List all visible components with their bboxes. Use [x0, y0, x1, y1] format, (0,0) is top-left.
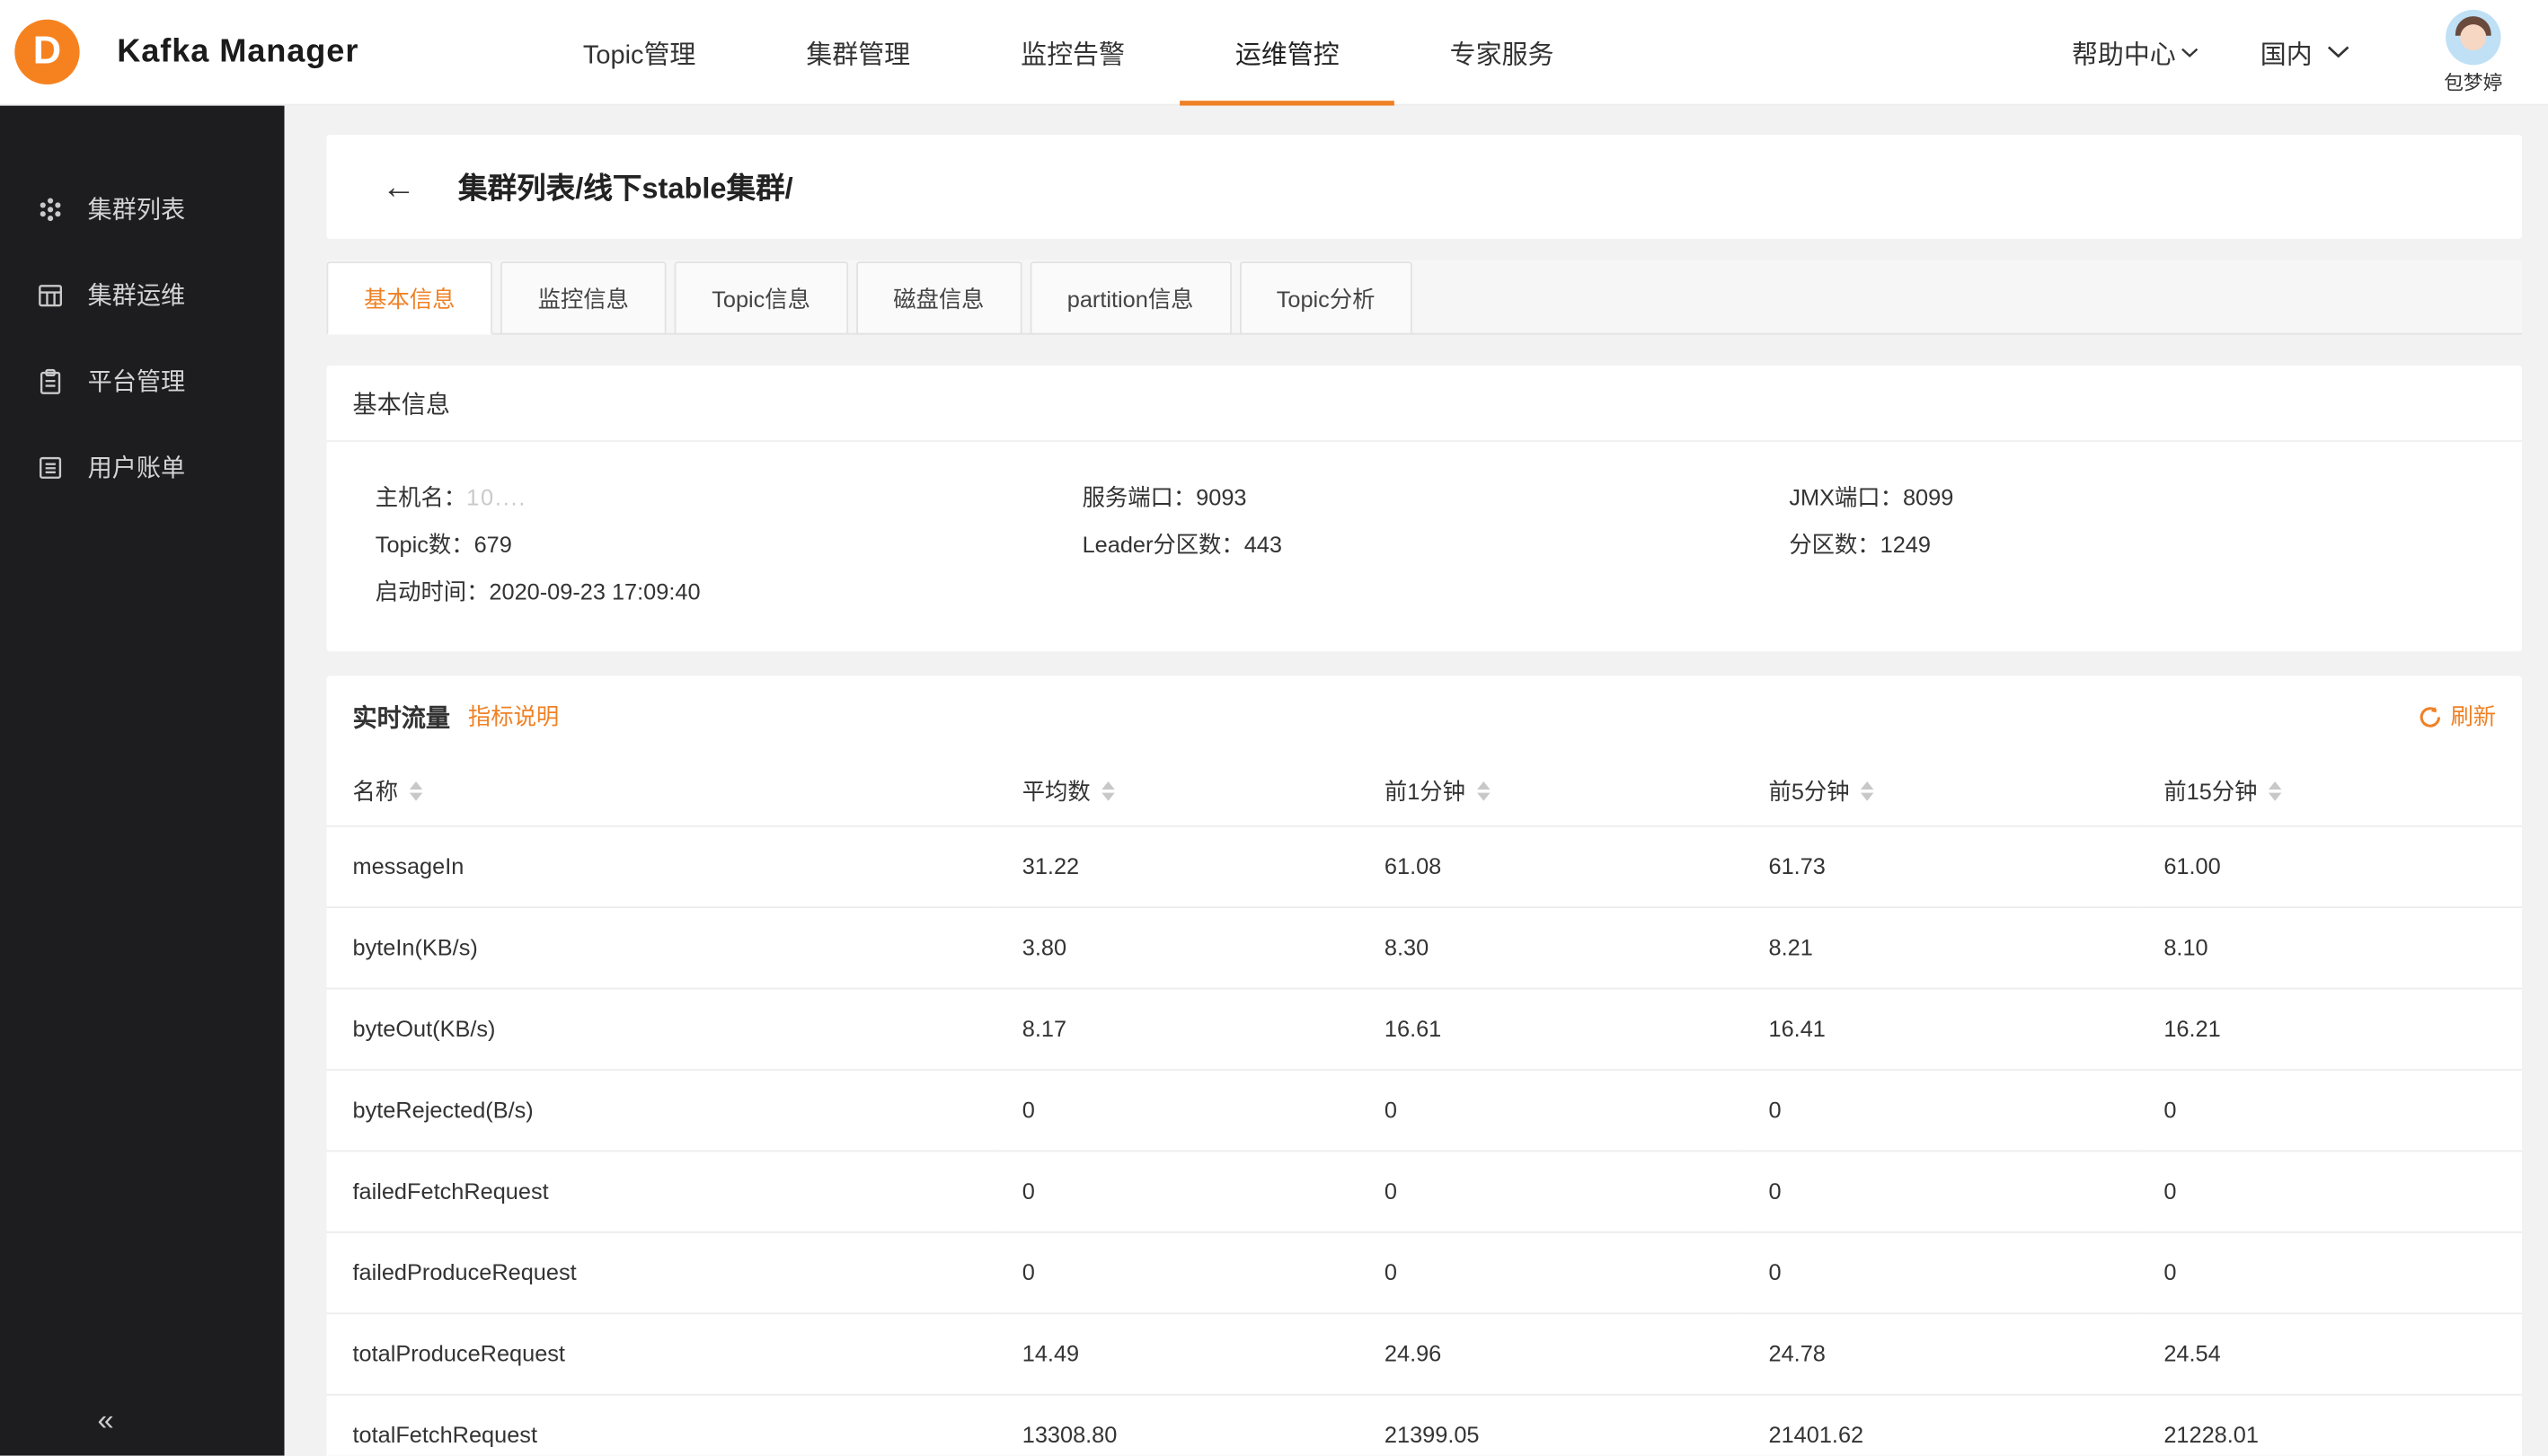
header-right: 帮助中心 国内 包梦婷: [2072, 9, 2502, 95]
column-header-name[interactable]: 名称: [327, 757, 996, 825]
field-partition-count: 分区数：1249: [1789, 522, 2496, 569]
table-row: messageIn 31.22 61.08 61.73 61.00: [327, 825, 2523, 906]
tab-basic-info[interactable]: 基本信息: [327, 261, 492, 334]
table-row: totalProduceRequest 14.49 24.96 24.78 24…: [327, 1312, 2523, 1393]
field-service-port: 服务端口：9093: [1083, 474, 1790, 521]
user-bill-icon: [36, 453, 66, 482]
cluster-ops-icon: [36, 280, 66, 310]
table-row: byteRejected(B/s) 0 0 0 0: [327, 1069, 2523, 1150]
realtime-traffic-header: 实时流量 指标说明 刷新: [327, 675, 2523, 756]
app-title: Kafka Manager: [117, 33, 358, 71]
field-hostname: 主机名：10....: [376, 474, 1083, 521]
sidebar-item-label: 平台管理: [88, 364, 186, 398]
metric-name: byteOut(KB/s): [327, 988, 996, 1069]
nav-item-monitor[interactable]: 监控告警: [966, 0, 1181, 105]
back-arrow-icon[interactable]: ←: [382, 170, 416, 204]
main-content: ← 集群列表/线下stable集群/ 基本信息 监控信息 Topic信息 磁盘信…: [285, 106, 2548, 1456]
sort-icon[interactable]: [1861, 781, 1873, 801]
column-header-last-1min[interactable]: 前1分钟: [1358, 757, 1743, 825]
metric-explanation-link[interactable]: 指标说明: [468, 701, 559, 733]
nav-item-topic[interactable]: Topic管理: [527, 0, 750, 105]
avatar[interactable]: [2446, 9, 2500, 64]
sidebar-item-label: 集群列表: [88, 191, 186, 225]
column-header-last-15min[interactable]: 前15分钟: [2137, 757, 2522, 825]
refresh-button[interactable]: 刷新: [2418, 701, 2496, 733]
top-nav: Topic管理 集群管理 监控告警 运维管控 专家服务: [527, 0, 1609, 105]
basic-info-card-title: 基本信息: [327, 366, 2523, 442]
region-select[interactable]: 国内: [2260, 32, 2350, 71]
sidebar-item-user-bill[interactable]: 用户账单: [0, 424, 285, 510]
nav-item-expert[interactable]: 专家服务: [1394, 0, 1609, 105]
sidebar: 集群列表 集群运维: [0, 106, 285, 1456]
app-window: D Kafka Manager Topic管理 集群管理 监控告警 运维管控 专…: [0, 0, 2548, 1456]
metric-name: byteIn(KB/s): [327, 906, 996, 987]
realtime-traffic-title: 实时流量: [352, 700, 450, 734]
field-leader-partitions: Leader分区数：443: [1083, 522, 1790, 569]
table-row: byteOut(KB/s) 8.17 16.61 16.41 16.21: [327, 988, 2523, 1069]
sidebar-item-cluster-list[interactable]: 集群列表: [0, 165, 285, 251]
column-header-average[interactable]: 平均数: [996, 757, 1358, 825]
metric-name: failedProduceRequest: [327, 1231, 996, 1312]
basic-info-grid: 主机名：10.... 服务端口：9093 JMX端口：8099 Topic数：6…: [327, 442, 2523, 616]
metric-name: messageIn: [327, 825, 996, 906]
nav-item-ops[interactable]: 运维管控: [1180, 0, 1394, 105]
basic-info-card: 基本信息 主机名：10.... 服务端口：9093 JMX端口：8099 Top…: [327, 366, 2523, 651]
platform-admin-icon: [36, 366, 66, 396]
top-header: D Kafka Manager Topic管理 集群管理 监控告警 运维管控 专…: [0, 0, 2548, 106]
sidebar-item-platform-admin[interactable]: 平台管理: [0, 338, 285, 424]
refresh-label: 刷新: [2450, 701, 2496, 733]
collapse-icon: «: [98, 1403, 114, 1437]
metrics-table: 名称 平均数 前1分钟 前5分钟: [327, 757, 2523, 1456]
tab-topic-info[interactable]: Topic信息: [675, 261, 848, 334]
tab-monitor-info[interactable]: 监控信息: [500, 261, 666, 334]
cluster-list-icon: [36, 194, 66, 224]
table-row: failedFetchRequest 0 0 0 0: [327, 1151, 2523, 1231]
field-start-time: 启动时间：2020-09-23 17:09:40: [376, 569, 1083, 615]
table-row: totalFetchRequest 13308.80 21399.05 2140…: [327, 1394, 2523, 1456]
sidebar-item-label: 用户账单: [88, 450, 186, 484]
region-label: 国内: [2260, 32, 2313, 71]
username: 包梦婷: [2444, 67, 2502, 95]
refresh-icon: [2418, 704, 2442, 728]
chevron-down-icon: [2327, 38, 2349, 67]
sort-icon[interactable]: [1477, 781, 1490, 801]
nav-item-cluster[interactable]: 集群管理: [751, 0, 966, 105]
metric-name: byteRejected(B/s): [327, 1069, 996, 1150]
help-center-link[interactable]: 帮助中心: [2072, 32, 2199, 71]
table-row: failedProduceRequest 0 0 0 0: [327, 1231, 2523, 1312]
sidebar-menu: 集群列表 集群运维: [0, 106, 285, 510]
metric-name: totalFetchRequest: [327, 1394, 996, 1456]
sidebar-collapse-button[interactable]: «: [0, 1384, 285, 1456]
table-header-row: 名称 平均数 前1分钟 前5分钟: [327, 757, 2523, 825]
sort-icon[interactable]: [1101, 781, 1114, 801]
metric-name: totalProduceRequest: [327, 1312, 996, 1393]
user-profile[interactable]: 包梦婷: [2444, 9, 2502, 95]
breadcrumb-card: ← 集群列表/线下stable集群/: [327, 135, 2523, 239]
tab-topic-analysis[interactable]: Topic分析: [1239, 261, 1412, 334]
tab-partition-info[interactable]: partition信息: [1030, 261, 1231, 334]
app-logo[interactable]: D: [14, 20, 79, 84]
column-header-last-5min[interactable]: 前5分钟: [1743, 757, 2138, 825]
field-jmx-port: JMX端口：8099: [1789, 474, 2496, 521]
page-title: 集群列表/线下stable集群/: [458, 165, 793, 207]
sidebar-item-cluster-ops[interactable]: 集群运维: [0, 251, 285, 338]
help-center-label: 帮助中心: [2072, 32, 2176, 71]
realtime-traffic-card: 实时流量 指标说明 刷新: [327, 675, 2523, 1455]
metric-name: failedFetchRequest: [327, 1151, 996, 1231]
field-topic-count: Topic数：679: [376, 522, 1083, 569]
table-row: byteIn(KB/s) 3.80 8.30 8.21 8.10: [327, 906, 2523, 987]
sort-icon[interactable]: [2269, 781, 2281, 801]
sort-icon[interactable]: [410, 781, 422, 801]
tab-disk-info[interactable]: 磁盘信息: [856, 261, 1022, 334]
tab-bar: 基本信息 监控信息 Topic信息 磁盘信息 partition信息 Topic…: [327, 260, 2523, 334]
chevron-down-icon: [2181, 38, 2199, 67]
sidebar-item-label: 集群运维: [88, 278, 186, 312]
